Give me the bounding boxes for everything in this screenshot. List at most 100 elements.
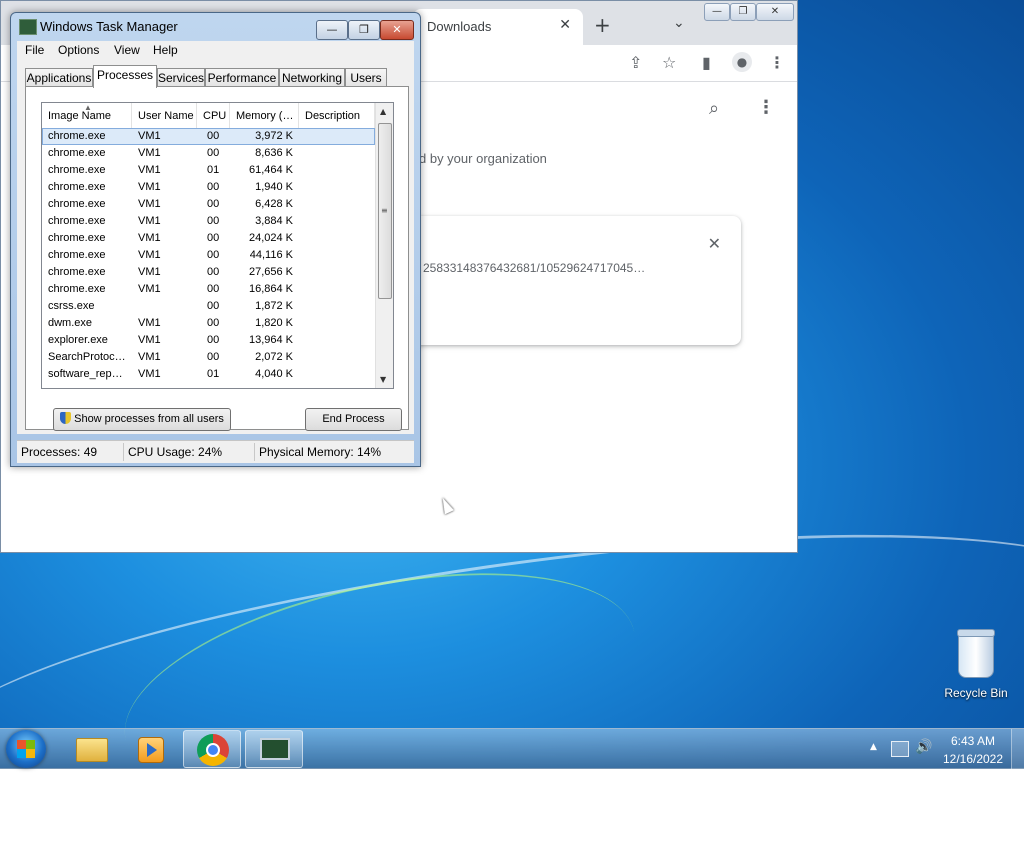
- task-manager-titlebar[interactable]: Windows Task Manager — ❐ ✕: [11, 13, 420, 40]
- table-row[interactable]: chrome.exe VM1 00 24,024 K: [42, 230, 375, 247]
- scrollbar-thumb[interactable]: ≡: [378, 123, 392, 299]
- network-icon[interactable]: [891, 741, 909, 757]
- table-row[interactable]: SearchProtoc… VM1 00 2,072 K: [42, 349, 375, 366]
- chrome-menu-icon[interactable]: ⋮: [769, 53, 785, 72]
- cell-user-name: VM1: [138, 181, 161, 193]
- tab-processes[interactable]: Processes: [93, 65, 157, 88]
- chrome-restore-button[interactable]: ❐: [730, 3, 756, 21]
- menu-view[interactable]: View: [114, 43, 140, 57]
- table-row[interactable]: csrss.exe 00 1,872 K: [42, 298, 375, 315]
- vertical-scrollbar[interactable]: ▲ ≡ ▼: [375, 103, 393, 388]
- task-manager-window: Windows Task Manager — ❐ ✕ File Options …: [10, 12, 421, 467]
- table-row[interactable]: chrome.exe VM1 00 1,940 K: [42, 179, 375, 196]
- clock-time[interactable]: 6:43 AM: [936, 734, 1010, 748]
- cell-image-name: chrome.exe: [48, 249, 106, 261]
- cell-user-name: VM1: [138, 317, 161, 329]
- tab-services[interactable]: Services: [157, 68, 205, 87]
- remove-download-icon[interactable]: ✕: [708, 234, 721, 253]
- menu-bar: File Options View Help: [17, 41, 414, 60]
- profile-icon[interactable]: ●: [732, 52, 752, 72]
- show-hidden-icons-icon[interactable]: ▲: [870, 742, 877, 752]
- cell-user-name: VM1: [138, 351, 161, 363]
- downloads-menu-icon[interactable]: ⋮: [757, 97, 775, 118]
- tab-search-icon[interactable]: ⌄: [673, 15, 685, 31]
- share-icon[interactable]: ⇪: [629, 53, 642, 72]
- cell-cpu: 00: [207, 300, 220, 312]
- download-url[interactable]: 25833148376432681/10529624717045…: [423, 261, 645, 275]
- cell-memory: 2,072 K: [255, 351, 293, 363]
- cell-cpu: 00: [207, 351, 220, 363]
- minimize-button[interactable]: —: [316, 20, 348, 40]
- column-cpu[interactable]: CPU: [197, 103, 230, 128]
- table-row[interactable]: chrome.exe VM1 00 44,116 K: [42, 247, 375, 264]
- cell-image-name: explorer.exe: [48, 334, 108, 346]
- cell-cpu: 00: [207, 198, 220, 210]
- side-panel-icon[interactable]: ▮: [702, 53, 711, 72]
- cell-user-name: VM1: [138, 130, 161, 142]
- taskbar-task-manager[interactable]: [245, 730, 303, 768]
- tab-networking[interactable]: Networking: [279, 68, 345, 87]
- taskbar-chrome[interactable]: [183, 730, 241, 768]
- chrome-close-button[interactable]: ✕: [756, 3, 794, 21]
- new-tab-icon[interactable]: +: [594, 13, 611, 37]
- close-button[interactable]: ✕: [380, 20, 414, 40]
- taskbar-explorer[interactable]: [61, 730, 119, 768]
- start-button[interactable]: [6, 730, 46, 768]
- cell-image-name: chrome.exe: [48, 283, 106, 295]
- uac-shield-icon: [60, 412, 72, 424]
- table-row[interactable]: chrome.exe VM1 00 6,428 K: [42, 196, 375, 213]
- cell-cpu: 00: [207, 334, 220, 346]
- recycle-bin[interactable]: Recycle Bin: [940, 629, 1012, 700]
- tab-downloads[interactable]: Downloads ✕: [413, 9, 583, 45]
- chrome-minimize-button[interactable]: —: [704, 3, 730, 21]
- table-row[interactable]: chrome.exe VM1 00 16,864 K: [42, 281, 375, 298]
- scroll-down-icon[interactable]: ▼: [380, 375, 386, 384]
- clock-date[interactable]: 12/16/2022: [936, 752, 1010, 766]
- scroll-grip-icon: ≡: [381, 206, 388, 215]
- show-desktop-button[interactable]: [1011, 729, 1024, 769]
- table-row[interactable]: chrome.exe VM1 00 27,656 K: [42, 264, 375, 281]
- process-list[interactable]: ▲ Image Name User Name CPU Memory (… Des…: [41, 102, 394, 389]
- table-row[interactable]: software_rep… VM1 01 4,040 K: [42, 366, 375, 383]
- cell-cpu: 00: [207, 249, 220, 261]
- tab-close-icon[interactable]: ✕: [559, 17, 571, 33]
- cell-cpu: 00: [207, 181, 220, 193]
- cell-cpu: 00: [207, 147, 220, 159]
- search-downloads-icon[interactable]: ⌕: [709, 98, 719, 119]
- cell-memory: 27,656 K: [248, 266, 293, 278]
- show-all-processes-button[interactable]: Show processes from all users: [53, 408, 231, 431]
- menu-options[interactable]: Options: [58, 43, 99, 57]
- column-memory[interactable]: Memory (…: [230, 103, 299, 128]
- cell-image-name: chrome.exe: [48, 181, 106, 193]
- cell-user-name: VM1: [138, 232, 161, 244]
- cell-cpu: 00: [207, 283, 220, 295]
- column-description[interactable]: Description: [299, 103, 375, 128]
- tab-applications[interactable]: Applications: [25, 68, 93, 87]
- tab-users[interactable]: Users: [345, 68, 387, 87]
- cell-user-name: VM1: [138, 164, 161, 176]
- tab-performance[interactable]: Performance: [205, 68, 279, 87]
- table-row[interactable]: dwm.exe VM1 00 1,820 K: [42, 315, 375, 332]
- table-row[interactable]: chrome.exe VM1 01 61,464 K: [42, 162, 375, 179]
- status-separator: [254, 443, 255, 461]
- volume-icon[interactable]: 🔊: [915, 739, 932, 755]
- cell-cpu: 00: [207, 232, 220, 244]
- scroll-up-icon[interactable]: ▲: [380, 107, 386, 116]
- cell-memory: 44,116 K: [249, 249, 293, 261]
- end-process-button[interactable]: End Process: [305, 408, 402, 431]
- cell-memory: 1,872 K: [255, 300, 293, 312]
- column-image-name[interactable]: ▲ Image Name: [42, 103, 132, 128]
- taskbar: ▲ 🔊 6:43 AM 12/16/2022: [0, 728, 1024, 769]
- menu-help[interactable]: Help: [153, 43, 178, 57]
- status-bar: Processes: 49 CPU Usage: 24% Physical Me…: [17, 440, 414, 463]
- cell-user-name: VM1: [138, 334, 161, 346]
- menu-file[interactable]: File: [25, 43, 44, 57]
- bookmark-star-icon[interactable]: ☆: [662, 53, 676, 72]
- table-row[interactable]: chrome.exe VM1 00 8,636 K: [42, 145, 375, 162]
- table-row[interactable]: chrome.exe VM1 00 3,884 K: [42, 213, 375, 230]
- table-row[interactable]: explorer.exe VM1 00 13,964 K: [42, 332, 375, 349]
- table-row[interactable]: chrome.exe VM1 00 3,972 K: [42, 128, 375, 145]
- taskbar-media-player[interactable]: [121, 730, 179, 768]
- column-user-name[interactable]: User Name: [132, 103, 197, 128]
- maximize-button[interactable]: ❐: [348, 20, 380, 40]
